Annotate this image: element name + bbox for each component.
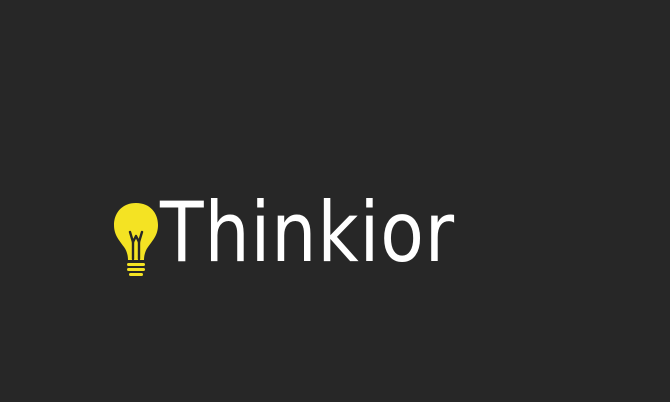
brand-logo: Thinkior bbox=[108, 182, 558, 282]
brand-name: Thinkior bbox=[160, 183, 455, 281]
lightbulb-icon bbox=[114, 203, 158, 276]
domain-landing-canvas: Thinkior bbox=[0, 0, 670, 402]
